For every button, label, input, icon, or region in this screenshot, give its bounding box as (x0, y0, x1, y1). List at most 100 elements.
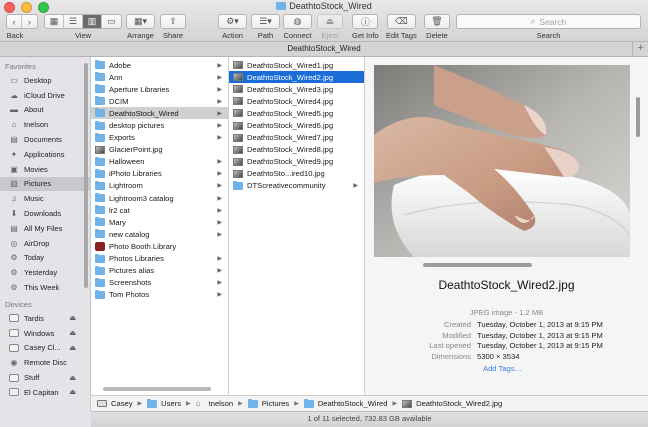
list-item[interactable]: DeathtoStock_Wired9.jpg (229, 156, 364, 168)
list-item-label: Lightroom3 catalog (109, 193, 174, 203)
metadata-row: Dimensions 5300 × 3534 (365, 351, 648, 362)
preview-vertical-scrollbar[interactable] (636, 97, 640, 137)
list-item[interactable]: DeathtoStock_Wired7.jpg (229, 132, 364, 144)
view-label: View (74, 31, 92, 40)
list-item[interactable]: DeathtoStock_Wired8.jpg (229, 144, 364, 156)
coverflow-view-button[interactable]: ▭ (102, 15, 121, 28)
edit-tags-button[interactable]: ⌫ (386, 14, 416, 29)
list-item[interactable]: Exports ▶ (91, 132, 228, 144)
add-tags-link[interactable]: Add Tags… (483, 364, 522, 373)
list-item[interactable]: Photo Booth Library (91, 240, 228, 252)
sidebar-item[interactable]: ♫ Music (0, 191, 90, 206)
share-button[interactable]: ⇪ (160, 14, 186, 29)
list-item[interactable]: Ann ▶ (91, 71, 228, 83)
folder-icon (95, 120, 105, 130)
image-thumbnail-icon (233, 121, 243, 130)
folder-icon (233, 180, 243, 190)
list-item[interactable]: GlacierPoint.jpg (91, 144, 228, 156)
list-item[interactable]: DeathtoStock_Wired ▶ (91, 107, 228, 120)
list-item[interactable]: DTScreativecommunity ▶ (229, 180, 364, 192)
sidebar-item-label: Stuff (24, 373, 40, 383)
list-item[interactable]: Adobe ▶ (91, 59, 228, 71)
eject-button[interactable]: ⏏ (317, 14, 343, 29)
sidebar-item[interactable]: ▤ All My Files (0, 221, 90, 236)
sidebar-item[interactable]: Tardis ⏏ (0, 311, 90, 326)
folder-icon (247, 398, 258, 408)
list-view-button[interactable]: ☰ (64, 15, 83, 28)
list-item[interactable]: lr2 cat ▶ (91, 204, 228, 216)
eject-icon[interactable]: ⏏ (69, 314, 76, 322)
forward-button[interactable]: › (22, 15, 37, 28)
new-tab-button[interactable]: + (632, 42, 648, 56)
sidebar-item[interactable]: ⌂ tnelson (0, 117, 90, 132)
sidebar-item[interactable]: ▭ Desktop (0, 73, 90, 88)
list-item[interactable]: DeathtoStock_Wired5.jpg (229, 107, 364, 119)
path-button[interactable]: ☰▾ (251, 14, 280, 29)
arrange-button[interactable]: ▦▾ (126, 14, 155, 29)
list-item[interactable]: DCIM ▶ (91, 95, 228, 107)
sidebar-item[interactable]: ⬇ Downloads (0, 206, 90, 221)
list-item[interactable]: Pictures alias ▶ (91, 265, 228, 277)
icon-view-button[interactable]: ▦ (45, 15, 64, 28)
sidebar-item[interactable]: ✦ Applications (0, 147, 90, 162)
eject-icon[interactable]: ⏏ (69, 374, 76, 382)
path-segment[interactable]: DeathtoStock_Wired2.jpg (402, 399, 502, 408)
delete-button[interactable]: 🗑 (424, 14, 450, 29)
music-icon: ♫ (11, 194, 17, 204)
path-segment[interactable]: ⌂ tnelson (196, 399, 234, 408)
tab-current[interactable]: DeathtoStock_Wired (287, 44, 360, 53)
sidebar-item[interactable]: ▤ Documents (0, 132, 90, 147)
sidebar-item[interactable]: ▣ Movies (0, 162, 90, 177)
sidebar-item[interactable]: El Capitan ⏏ (0, 385, 90, 400)
image-thumbnail-icon (233, 61, 243, 70)
list-item[interactable]: Screenshots ▶ (91, 277, 228, 289)
folder-icon (95, 289, 105, 299)
list-item[interactable]: DeathtoStock_Wired2.jpg (229, 71, 364, 84)
list-item[interactable]: DeathtoStock_Wired6.jpg (229, 119, 364, 131)
list-item[interactable]: DeathtoStock_Wired1.jpg (229, 59, 364, 71)
sidebar-item[interactable]: ▧ Pictures (0, 176, 90, 192)
sidebar-item[interactable]: ⚙ This Week (0, 280, 90, 295)
list-item[interactable]: DeathtoSto...ired10.jpg (229, 168, 364, 180)
list-item[interactable]: new catalog ▶ (91, 228, 228, 240)
path-segment[interactable]: Pictures (247, 398, 289, 408)
path-segment[interactable]: DeathtoStock_Wired (303, 398, 387, 408)
list-item[interactable]: Tom Photos ▶ (91, 289, 228, 301)
list-item[interactable]: DeathtoStock_Wired4.jpg (229, 95, 364, 107)
action-button[interactable]: ⚙▾ (218, 14, 247, 29)
sidebar-scrollbar[interactable] (84, 63, 88, 288)
sidebar-item[interactable]: ☁ iCloud Drive (0, 88, 90, 103)
list-item[interactable]: Halloween ▶ (91, 156, 228, 168)
list-item[interactable]: Mary ▶ (91, 216, 228, 228)
sidebar-item[interactable]: ▬ About (0, 103, 90, 118)
sidebar-item[interactable]: ◎ AirDrop (0, 236, 90, 251)
path-segment[interactable]: Users (147, 398, 181, 408)
eject-icon[interactable]: ⏏ (69, 329, 76, 337)
sidebar-item[interactable]: Windows ⏏ (0, 326, 90, 341)
list-item[interactable]: Lightroom ▶ (91, 180, 228, 192)
eject-icon[interactable]: ⏏ (69, 344, 76, 352)
path-segment[interactable]: Casey (97, 399, 133, 408)
eject-icon[interactable]: ⏏ (69, 388, 76, 396)
sidebar-item[interactable]: Casey Cl... ⏏ (0, 341, 90, 356)
list-item[interactable]: iPhoto Libraries ▶ (91, 168, 228, 180)
connect-button[interactable]: ◍ (283, 14, 312, 29)
get-info-button[interactable]: ⓘ (352, 14, 379, 29)
folder-icon (95, 156, 105, 166)
list-item[interactable]: Aperture Libraries ▶ (91, 83, 228, 95)
sidebar-item[interactable]: ◉ Remote Disc (0, 355, 90, 370)
sidebar-item[interactable]: ⚙ Today (0, 251, 90, 266)
list-item[interactable]: Lightroom3 catalog ▶ (91, 192, 228, 204)
metadata-value: 5300 × 3534 (477, 352, 520, 362)
list-item[interactable]: DeathtoStock_Wired3.jpg (229, 83, 364, 95)
list-item[interactable]: desktop pictures ▶ (91, 119, 228, 131)
back-button[interactable]: ‹ (7, 15, 22, 28)
list-item[interactable]: Photos Libraries ▶ (91, 253, 228, 265)
sidebar-item[interactable]: Stuff ⏏ (0, 370, 90, 385)
column-view-button[interactable]: ▥ (83, 15, 102, 28)
search-input[interactable]: ⌕ Search (456, 14, 641, 29)
column-scrollbar[interactable] (103, 387, 211, 391)
preview-horizontal-scrollbar[interactable] (423, 263, 532, 267)
sidebar-item-label: Movies (24, 164, 48, 174)
sidebar-item[interactable]: ⚙ Yesterday (0, 265, 90, 280)
